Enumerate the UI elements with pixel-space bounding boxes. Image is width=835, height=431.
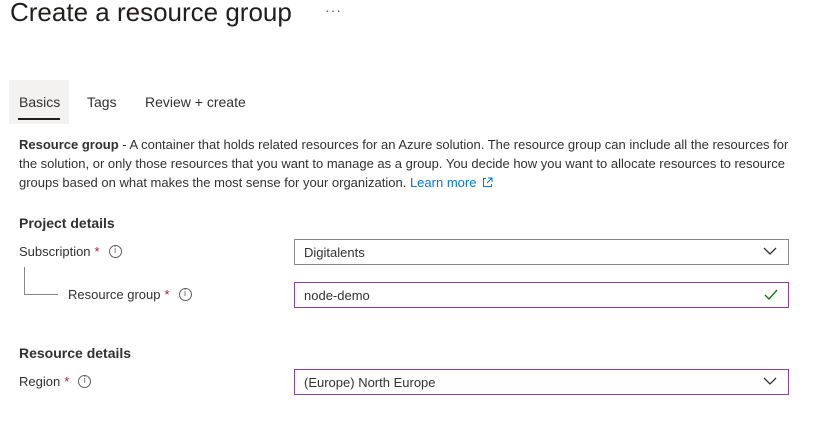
chevron-down-icon	[763, 247, 777, 255]
more-options-button[interactable]: ···	[325, 2, 342, 18]
subscription-label: Subscription	[19, 244, 91, 259]
required-marker: *	[64, 374, 70, 389]
external-link-icon	[483, 177, 493, 187]
tab-review-create[interactable]: Review + create	[135, 80, 256, 124]
resource-group-label-group: Resource group * i	[68, 287, 192, 302]
tab-basics-label: Basics	[19, 94, 61, 110]
tab-review-create-label: Review + create	[145, 94, 246, 110]
description-body: - A container that holds related resourc…	[19, 137, 789, 190]
region-dropdown[interactable]: (Europe) North Europe	[294, 369, 789, 395]
page-title: Create a resource group	[10, 0, 292, 27]
learn-more-label: Learn more	[409, 175, 477, 190]
resource-group-label: Resource group	[68, 287, 161, 302]
tree-connector-vertical	[24, 267, 25, 294]
tab-basics[interactable]: Basics	[9, 80, 69, 124]
resource-group-input[interactable]: node-demo	[294, 282, 789, 308]
required-marker: *	[164, 287, 170, 302]
info-icon[interactable]: i	[78, 375, 92, 388]
subscription-label-group: Subscription * i	[19, 244, 122, 259]
region-label-group: Region * i	[19, 374, 92, 389]
learn-more-link[interactable]: Learn more	[410, 175, 493, 190]
subscription-value: Digitalents	[304, 244, 365, 260]
resource-details-heading: Resource details	[19, 345, 132, 361]
resource-group-value: node-demo	[304, 287, 370, 303]
description-bold-term: Resource group	[19, 137, 119, 152]
info-icon[interactable]: i	[108, 245, 122, 258]
tree-connector-horizontal	[24, 294, 58, 295]
active-tab-indicator	[18, 118, 60, 120]
checkmark-icon	[764, 289, 778, 301]
required-marker: *	[94, 244, 100, 259]
region-value: (Europe) North Europe	[304, 374, 436, 390]
subscription-dropdown[interactable]: Digitalents	[294, 239, 789, 265]
info-icon[interactable]: i	[178, 288, 192, 301]
tab-tags-label: Tags	[87, 94, 117, 110]
chevron-down-icon	[763, 377, 777, 385]
tab-tags[interactable]: Tags	[77, 80, 127, 124]
project-details-heading: Project details	[19, 215, 115, 231]
description-text: Resource group - A container that holds …	[19, 135, 799, 192]
region-label: Region	[19, 374, 61, 389]
